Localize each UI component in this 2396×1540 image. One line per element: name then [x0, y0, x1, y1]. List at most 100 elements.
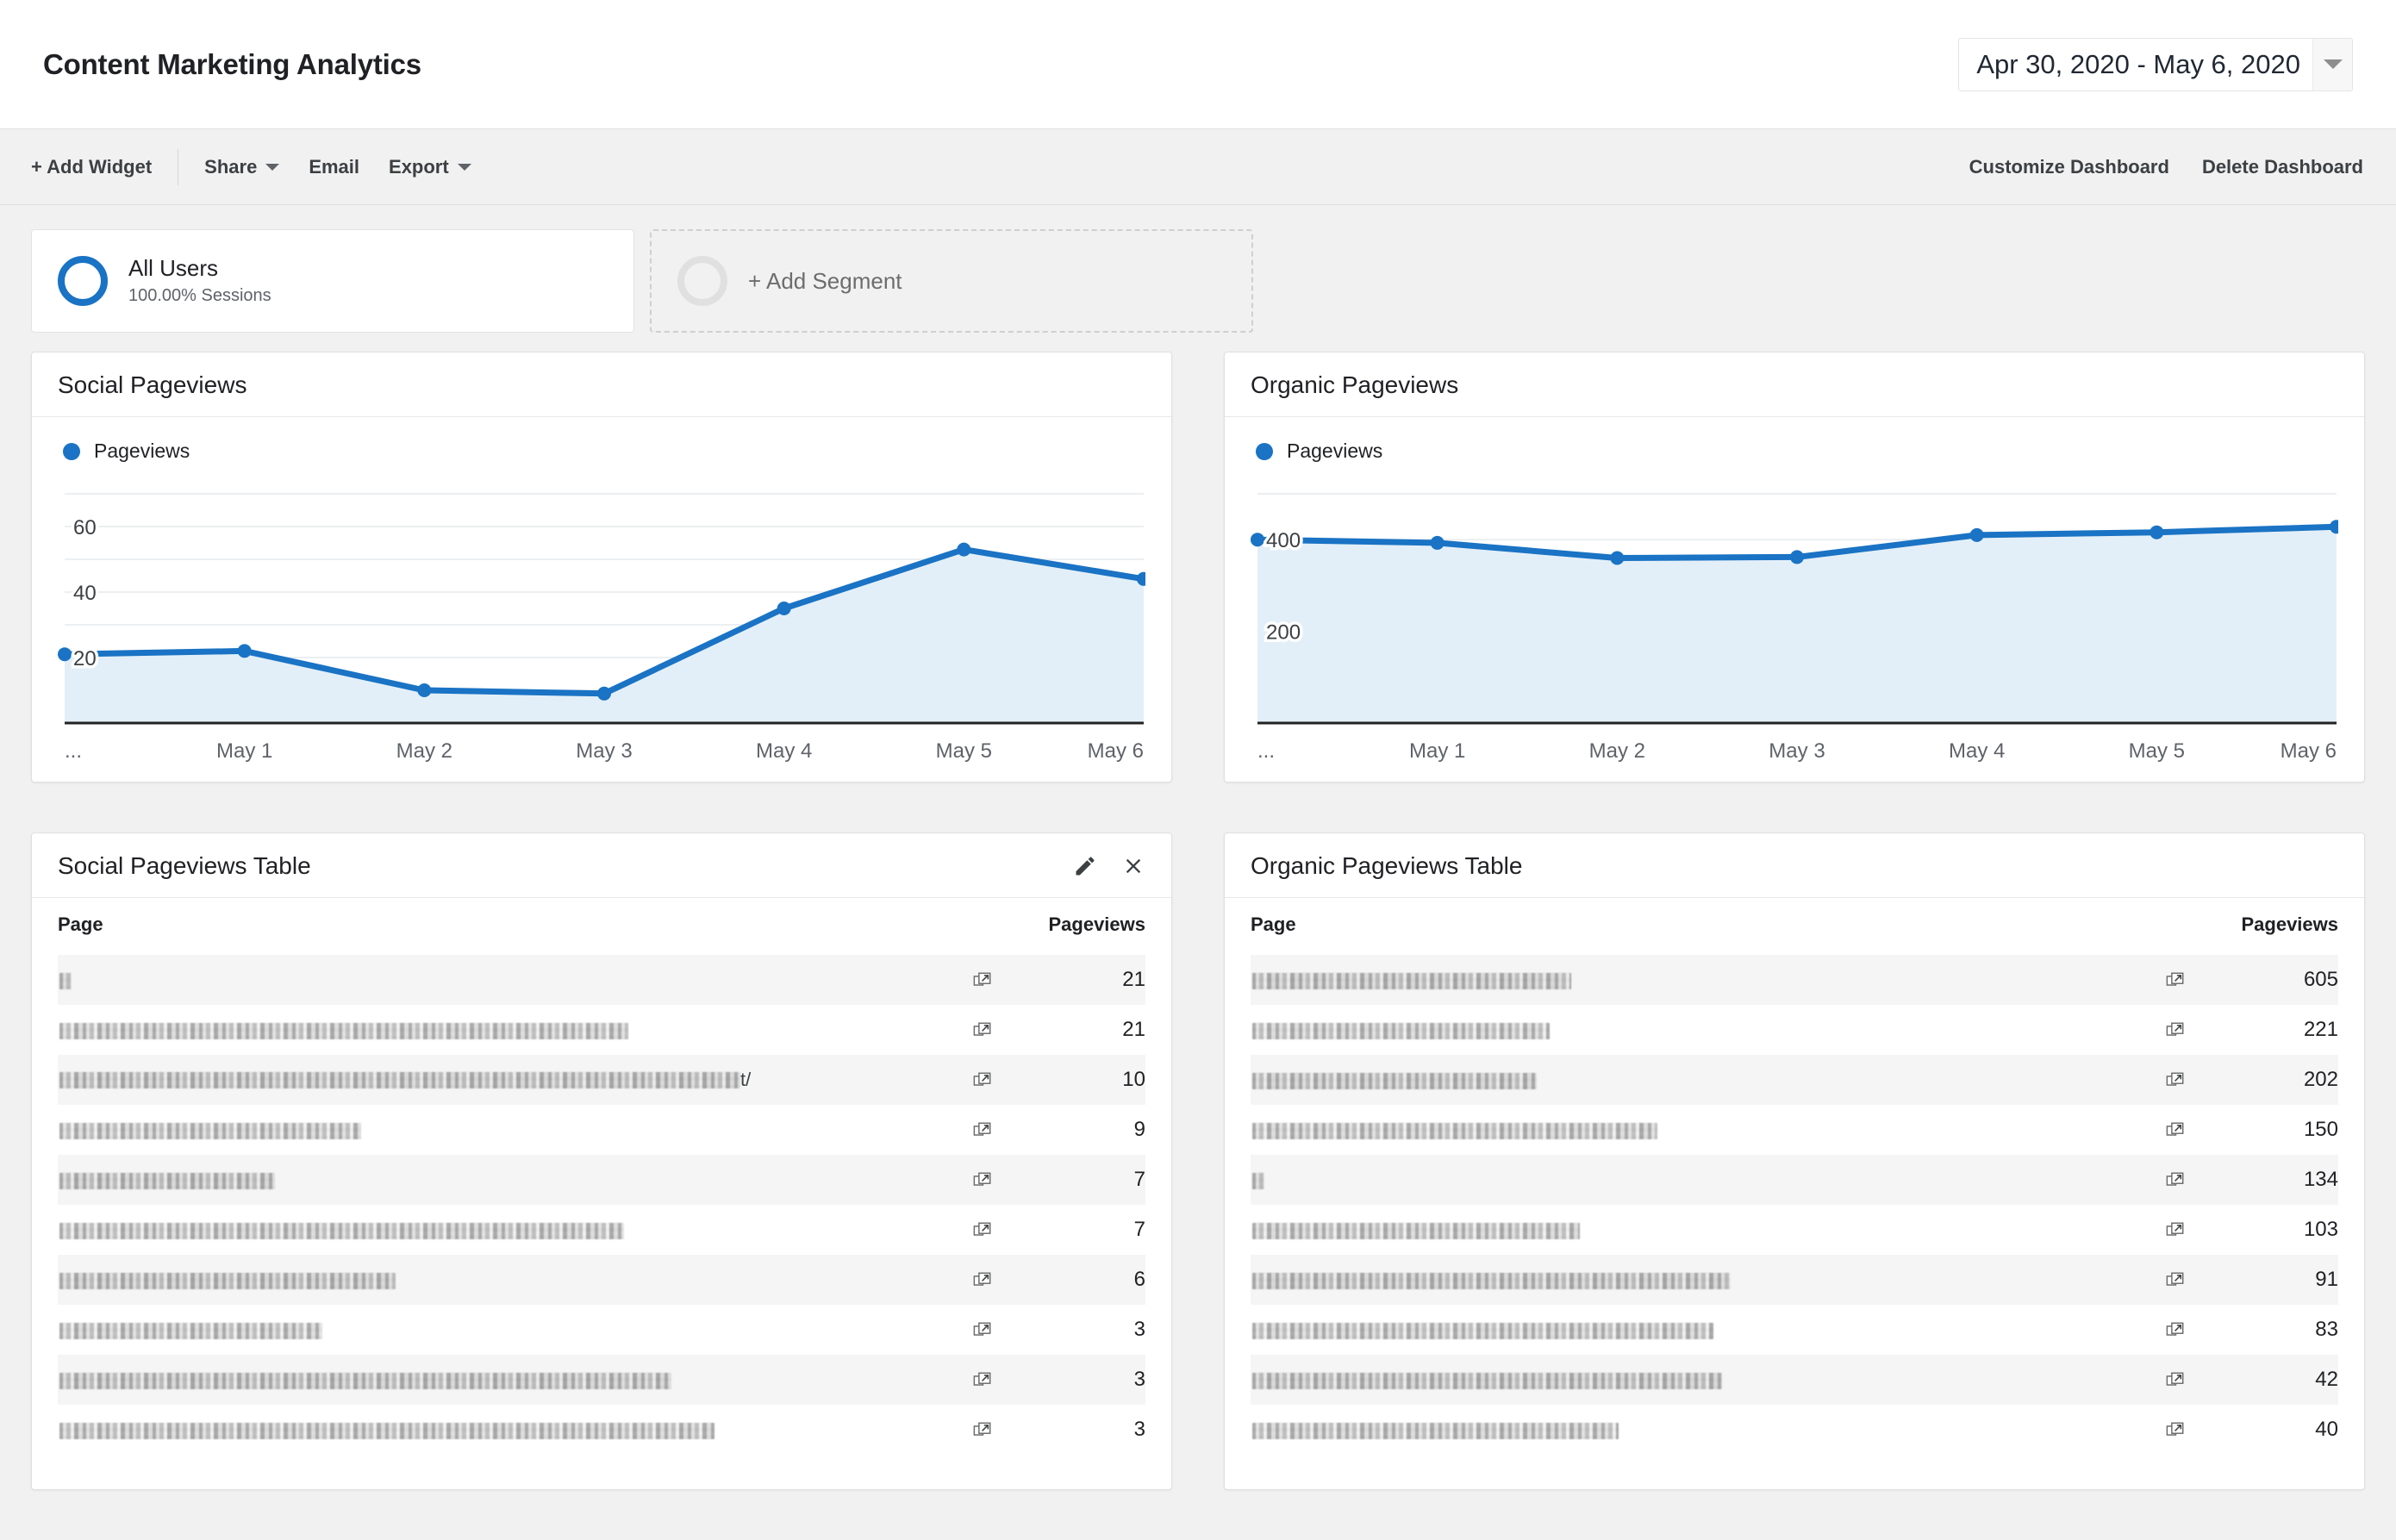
- table-row[interactable]: 3: [58, 1405, 1145, 1455]
- cell-pageviews: 605: [2303, 968, 2338, 991]
- cell-page[interactable]: [58, 1405, 973, 1455]
- cell-page[interactable]: [58, 1255, 973, 1305]
- cell-page[interactable]: [1251, 1055, 2166, 1105]
- email-button[interactable]: Email: [309, 156, 359, 178]
- table-row[interactable]: 6: [58, 1255, 1145, 1305]
- cell-page[interactable]: [1251, 1005, 2166, 1055]
- column-header-icon: [973, 898, 1033, 955]
- open-in-new-window-icon[interactable]: [973, 1305, 1033, 1355]
- customize-dashboard-button[interactable]: Customize Dashboard: [1969, 156, 2169, 178]
- column-header-page[interactable]: Page: [1251, 898, 2166, 955]
- table-row[interactable]: 134: [1251, 1155, 2338, 1205]
- date-range-picker[interactable]: Apr 30, 2020 - May 6, 2020: [1958, 37, 2353, 91]
- redacted-page-url: [59, 1372, 671, 1389]
- cell-page[interactable]: [1251, 1155, 2166, 1205]
- delete-dashboard-button[interactable]: Delete Dashboard: [2202, 156, 2363, 178]
- table-row[interactable]: 3: [58, 1355, 1145, 1405]
- svg-text:400: 400: [1266, 529, 1301, 552]
- redacted-page-url: [59, 1122, 361, 1139]
- table-row[interactable]: 7: [58, 1155, 1145, 1205]
- export-menu-button[interactable]: Export: [389, 156, 471, 178]
- cell-pageviews: 83: [2315, 1318, 2338, 1341]
- legend-dot-icon: [63, 442, 80, 460]
- add-widget-button[interactable]: + Add Widget: [31, 156, 152, 178]
- table-row[interactable]: 83: [1251, 1305, 2338, 1355]
- table-row[interactable]: t/10: [58, 1055, 1145, 1105]
- cell-page[interactable]: [1251, 955, 2166, 1005]
- cell-page[interactable]: t/: [58, 1055, 973, 1105]
- open-in-new-window-icon[interactable]: [973, 1105, 1033, 1155]
- add-segment-button[interactable]: + Add Segment: [650, 229, 1253, 333]
- table-row[interactable]: 40: [1251, 1405, 2338, 1455]
- chevron-down-icon[interactable]: [2312, 38, 2352, 90]
- open-in-new-window-icon[interactable]: [973, 1205, 1033, 1255]
- add-segment-label: + Add Segment: [748, 267, 902, 294]
- date-range-value: Apr 30, 2020 - May 6, 2020: [1976, 48, 2300, 79]
- organic-pageviews-area-chart: 200 400... May 1 May 2 May 3 May 4 May 5 May 6: [1251, 493, 2338, 763]
- open-in-new-window-icon[interactable]: [2166, 1255, 2226, 1305]
- table-body: 21 21 t/10 9 7 7 6 3 3 3: [58, 955, 1145, 1455]
- svg-text:May 5: May 5: [936, 739, 992, 763]
- open-in-new-window-icon[interactable]: [973, 1055, 1033, 1105]
- column-header-pageviews[interactable]: Pageviews: [1033, 898, 1145, 955]
- close-icon[interactable]: [1121, 854, 1145, 878]
- cell-page[interactable]: [1251, 1105, 2166, 1155]
- table-row[interactable]: 103: [1251, 1205, 2338, 1255]
- open-in-new-window-icon[interactable]: [973, 955, 1033, 1005]
- cell-page[interactable]: [58, 1005, 973, 1055]
- open-in-new-window-icon[interactable]: [2166, 1405, 2226, 1455]
- segment-all-users[interactable]: All Users 100.00% Sessions: [31, 229, 634, 333]
- table-row[interactable]: 9: [58, 1105, 1145, 1155]
- table-row[interactable]: 221: [1251, 1005, 2338, 1055]
- column-header-icon: [2166, 898, 2226, 955]
- cell-page[interactable]: [58, 1205, 973, 1255]
- widget-grid: Social Pageviews Pageviews 20 40 60... May …: [0, 352, 2396, 1540]
- cell-page[interactable]: [1251, 1255, 2166, 1305]
- cell-page[interactable]: [58, 1355, 973, 1405]
- cell-page[interactable]: [1251, 1205, 2166, 1255]
- table-header-row: Page Pageviews: [1251, 898, 2338, 955]
- open-in-new-window-icon[interactable]: [2166, 1305, 2226, 1355]
- open-in-new-window-icon[interactable]: [2166, 955, 2226, 1005]
- column-header-pageviews[interactable]: Pageviews: [2226, 898, 2338, 955]
- cell-page[interactable]: [58, 1105, 973, 1155]
- svg-text:May 4: May 4: [1949, 739, 2005, 763]
- table-row[interactable]: 21: [58, 1005, 1145, 1055]
- table-row[interactable]: 202: [1251, 1055, 2338, 1105]
- open-in-new-window-icon[interactable]: [973, 1255, 1033, 1305]
- open-in-new-window-icon[interactable]: [2166, 1055, 2226, 1105]
- table-row[interactable]: 150: [1251, 1105, 2338, 1155]
- open-in-new-window-icon[interactable]: [2166, 1205, 2226, 1255]
- table-row[interactable]: 42: [1251, 1355, 2338, 1405]
- table-row[interactable]: 605: [1251, 955, 2338, 1005]
- organic-pageviews-table: Page Pageviews 605 221 202 150 134 103 91 83 42 4…: [1251, 898, 2338, 1455]
- cell-pageviews: 21: [1122, 1018, 1145, 1041]
- cell-page[interactable]: [1251, 1305, 2166, 1355]
- open-in-new-window-icon[interactable]: [973, 1405, 1033, 1455]
- open-in-new-window-icon[interactable]: [973, 1355, 1033, 1405]
- cell-page[interactable]: [58, 955, 973, 1005]
- table-row[interactable]: 21: [58, 955, 1145, 1005]
- svg-text:May 6: May 6: [2281, 739, 2337, 763]
- open-in-new-window-icon[interactable]: [973, 1155, 1033, 1205]
- share-menu-button[interactable]: Share: [204, 156, 280, 178]
- open-in-new-window-icon[interactable]: [973, 1005, 1033, 1055]
- open-in-new-window-icon[interactable]: [2166, 1005, 2226, 1055]
- pencil-icon[interactable]: [1073, 854, 1097, 878]
- cell-page[interactable]: [1251, 1355, 2166, 1405]
- cell-page[interactable]: [1251, 1405, 2166, 1455]
- table-row[interactable]: 7: [58, 1205, 1145, 1255]
- cell-page[interactable]: [58, 1305, 973, 1355]
- cell-page[interactable]: [58, 1155, 973, 1205]
- widget-title: Social Pageviews Table: [58, 852, 311, 879]
- open-in-new-window-icon[interactable]: [2166, 1105, 2226, 1155]
- redacted-page-url: [1252, 1372, 1722, 1389]
- widget-social-pageviews-chart: Social Pageviews Pageviews 20 40 60... May …: [31, 352, 1172, 782]
- open-in-new-window-icon[interactable]: [2166, 1155, 2226, 1205]
- svg-text:May 1: May 1: [216, 739, 272, 763]
- column-header-page[interactable]: Page: [58, 898, 973, 955]
- table-row[interactable]: 91: [1251, 1255, 2338, 1305]
- table-body: 605 221 202 150 134 103 91 83 42 40: [1251, 955, 2338, 1455]
- table-row[interactable]: 3: [58, 1305, 1145, 1355]
- open-in-new-window-icon[interactable]: [2166, 1355, 2226, 1405]
